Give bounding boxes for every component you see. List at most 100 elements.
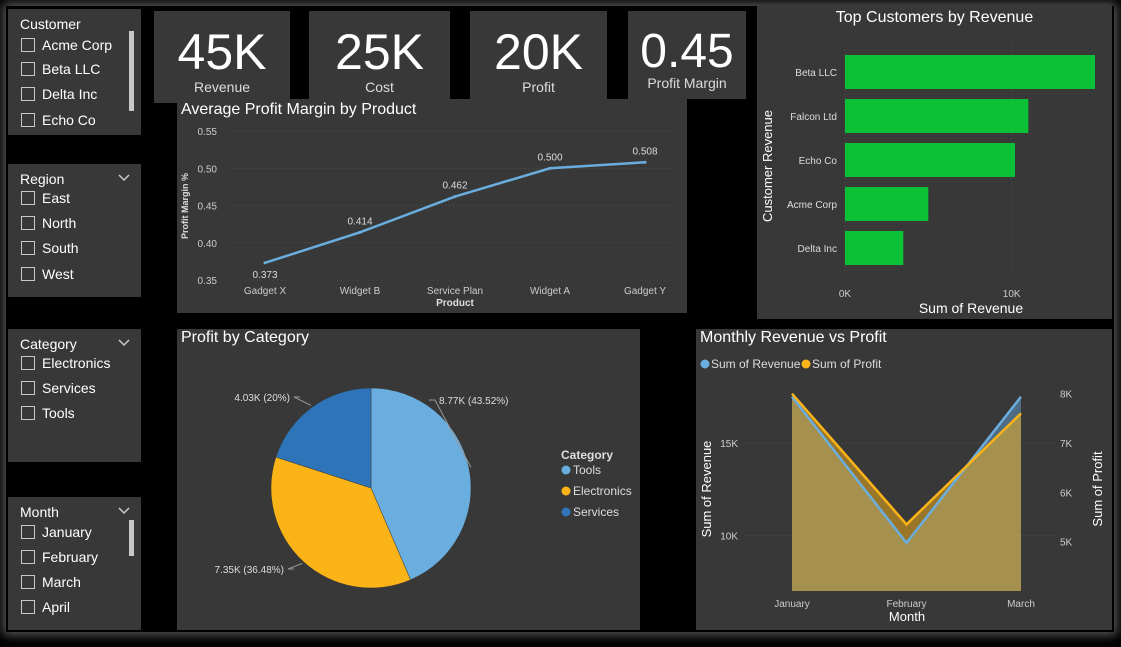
- kpi-revenue-card: 45K Revenue: [154, 11, 290, 103]
- scrollbar[interactable]: [129, 520, 134, 556]
- slicer-item[interactable]: February: [21, 547, 98, 567]
- slicer-item[interactable]: East: [21, 188, 70, 208]
- checkbox[interactable]: [21, 356, 35, 370]
- bar-chart-svg: Beta LLC Falcon Ltd Echo Co Acme Corp Delta …: [760, 46, 1095, 316]
- legend-marker: [561, 486, 571, 496]
- kpi-value: 25K: [335, 24, 424, 80]
- y-tick-label: 0.35: [198, 276, 218, 287]
- kpi-value: 0.45: [640, 25, 734, 78]
- y-tick-label: Acme Corp: [787, 200, 837, 211]
- leader-line: [293, 396, 312, 406]
- data-point: [453, 195, 457, 199]
- data-label: 0.500: [537, 152, 562, 163]
- slicer-item[interactable]: January: [21, 522, 92, 542]
- profit-by-category-pie-chart: Profit by Category 8.77K (43.52%) 7.35K (…: [177, 329, 640, 630]
- slicer-item[interactable]: North: [21, 213, 76, 233]
- y-tick-label: 0.45: [198, 202, 218, 213]
- legend-marker: [561, 465, 571, 475]
- slicer-title: Customer: [20, 16, 81, 32]
- checkbox[interactable]: [21, 600, 35, 614]
- checkbox[interactable]: [21, 525, 35, 539]
- scrollbar[interactable]: [129, 31, 134, 111]
- slicer-item[interactable]: Echo Co: [21, 110, 96, 130]
- chevron-down-icon[interactable]: [117, 503, 131, 517]
- y-tick-label: Echo Co: [799, 156, 838, 167]
- bar: [845, 143, 1015, 177]
- slicer-item[interactable]: Acme Corp: [21, 35, 112, 55]
- checkbox[interactable]: [21, 575, 35, 589]
- line-series: [264, 161, 646, 265]
- kpi-value: 20K: [494, 24, 583, 80]
- slicer-item[interactable]: Electronics: [21, 353, 110, 373]
- checkbox[interactable]: [21, 241, 35, 255]
- x-tick-label: Gadget X: [244, 286, 287, 297]
- y2-tick-label: 8K: [1060, 390, 1073, 401]
- profit-margin-line-chart: Average Profit Margin by Product 0.55 0.5…: [177, 99, 687, 313]
- chevron-down-icon[interactable]: [117, 170, 131, 184]
- slicer-title: Category: [20, 336, 77, 352]
- top-customers-bar-chart: Top Customers by Revenue Beta LLC Falcon …: [757, 6, 1112, 319]
- kpi-label: Revenue: [193, 79, 251, 95]
- checkbox[interactable]: [21, 38, 35, 52]
- checkbox[interactable]: [21, 381, 35, 395]
- x-tick-label: Service Plan: [427, 286, 483, 297]
- bar: [845, 231, 904, 265]
- data-label: 0.508: [632, 146, 657, 157]
- data-point: [643, 160, 647, 164]
- y2-tick-label: 5K: [1060, 538, 1073, 549]
- chevron-down-icon[interactable]: [117, 335, 131, 349]
- category-slicer: Category Electronics Services Tools: [8, 329, 141, 462]
- legend-label: Tools: [573, 463, 601, 477]
- x-tick-label: January: [774, 599, 810, 610]
- slicer-item[interactable]: Services: [21, 378, 96, 398]
- legend-marker: [561, 507, 571, 517]
- y-tick-label: 10K: [720, 532, 738, 543]
- y-tick-label: Beta LLC: [795, 68, 837, 79]
- data-label: 0.373: [252, 270, 277, 281]
- slicer-item[interactable]: West: [21, 264, 74, 284]
- y-tick-label: Falcon Ltd: [790, 112, 837, 123]
- checkbox[interactable]: [21, 87, 35, 101]
- area-series-profit: [792, 393, 1021, 591]
- legend-label: Electronics: [573, 484, 632, 498]
- x-tick-label: 0K: [839, 289, 852, 300]
- x-axis-title: Sum of Revenue: [919, 300, 1023, 316]
- slicer-item[interactable]: Delta Inc: [21, 84, 97, 104]
- y2-axis-title: Sum of Profit: [1090, 451, 1105, 527]
- checkbox[interactable]: [21, 191, 35, 205]
- region-slicer: Region East North South West: [8, 164, 141, 297]
- legend-label: Sum of Profit: [812, 357, 882, 371]
- slicer-item[interactable]: Tools: [21, 403, 75, 423]
- slicer-item[interactable]: South: [21, 238, 79, 258]
- checkbox[interactable]: [21, 113, 35, 127]
- slicer-item[interactable]: April: [21, 597, 70, 617]
- checkbox[interactable]: [21, 62, 35, 76]
- kpi-profit-card: 20K Profit: [470, 11, 607, 103]
- slicer-item[interactable]: March: [21, 572, 81, 592]
- month-slicer: Month January February March April: [8, 497, 141, 630]
- checkbox[interactable]: [21, 406, 35, 420]
- y-tick-label: 0.50: [198, 164, 218, 175]
- checkbox[interactable]: [21, 216, 35, 230]
- kpi-cost-card: 25K Cost: [309, 11, 450, 103]
- y-tick-label: 0.40: [198, 239, 218, 250]
- kpi-profit-margin-card: 0.45 Profit Margin: [628, 11, 746, 99]
- x-tick-label: Gadget Y: [624, 286, 666, 297]
- data-label: 0.414: [347, 216, 372, 227]
- bar: [845, 99, 1029, 133]
- x-tick-label: Widget A: [530, 286, 570, 297]
- slicer-item[interactable]: Beta LLC: [21, 59, 100, 79]
- checkbox[interactable]: [21, 267, 35, 281]
- x-tick-label: 10K: [1003, 289, 1021, 300]
- data-label: 4.03K (20%): [234, 393, 290, 404]
- kpi-label: Profit: [522, 79, 555, 95]
- line-chart-svg: 0.55 0.50 0.45 0.40 0.35 0.373 Gadget X 0.414 Wi…: [180, 127, 677, 309]
- y-tick-label: Delta Inc: [798, 244, 837, 255]
- monthly-revenue-profit-chart: Monthly Revenue vs Profit January Februar…: [696, 329, 1112, 630]
- data-label: 7.35K (36.48%): [215, 565, 285, 576]
- legend-marker: [700, 359, 710, 369]
- checkbox[interactable]: [21, 550, 35, 564]
- legend-label: Services: [573, 505, 619, 519]
- y-tick-label: 0.55: [198, 127, 218, 138]
- y-tick-label: 15K: [720, 439, 738, 450]
